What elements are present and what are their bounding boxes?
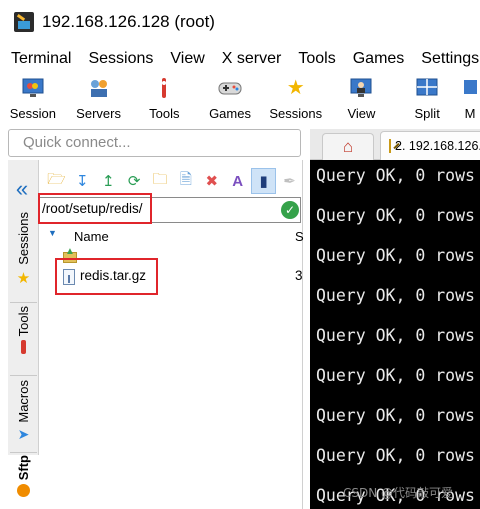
rename-icon[interactable]: A <box>225 168 250 194</box>
title-bar: 192.168.126.128 (root) <box>0 0 480 44</box>
side-tab-divider <box>10 302 37 303</box>
menu-bar: Terminal Sessions View X server Tools Ga… <box>0 46 480 72</box>
side-tab-tools[interactable]: Tools <box>8 306 39 374</box>
upload-icon[interactable]: ↥ <box>96 168 121 194</box>
toolbar-games-button[interactable]: Games <box>197 74 263 126</box>
column-size-header[interactable]: S <box>295 229 304 244</box>
quick-connect-input[interactable]: Quick connect... <box>8 129 301 157</box>
gamepad-icon <box>218 76 242 100</box>
path-ok-icon[interactable]: ✓ <box>281 201 299 219</box>
mobaxterm-logo-icon <box>14 12 34 32</box>
sftp-icon <box>17 484 30 498</box>
terminal-output[interactable]: Query OK, 0 rows Query OK, 0 rows Query … <box>310 160 480 509</box>
terminal-line: Query OK, 0 rows <box>316 406 475 425</box>
session-tabs: ⌂ 2. 192.168.126.128 <box>310 129 480 160</box>
menu-sessions[interactable]: Sessions <box>88 50 153 68</box>
split-icon <box>415 76 439 100</box>
toolbar-more-button[interactable]: M <box>460 74 480 126</box>
star-icon: ★ <box>286 77 305 99</box>
terminal-line: Query OK, 0 rows <box>316 286 475 305</box>
parent-folder-icon[interactable]: 🗁 <box>44 168 69 194</box>
window-title: 192.168.126.128 (root) <box>42 12 215 31</box>
toolbar-tools-button[interactable]: Tools <box>131 74 197 126</box>
terminal-line: Query OK, 0 rows <box>316 326 475 345</box>
file-list-header: ▼ Name S <box>39 226 304 248</box>
column-name-header[interactable]: Name <box>74 229 109 244</box>
side-tab-sessions[interactable]: Sessions ★ <box>8 212 39 300</box>
paper-plane-icon: ➤ <box>17 425 30 442</box>
toolbar-servers-button[interactable]: Servers <box>66 74 132 126</box>
toolbar-session-button[interactable]: Session <box>0 74 66 126</box>
highlight-box-file <box>55 258 158 295</box>
side-tab-divider <box>10 452 37 453</box>
menu-tools[interactable]: Tools <box>298 50 335 68</box>
servers-icon <box>87 76 111 100</box>
view-icon <box>349 76 373 100</box>
home-tab[interactable]: ⌂ <box>322 133 374 160</box>
toolbar-view-button[interactable]: View <box>329 74 395 126</box>
more-icon <box>458 76 480 100</box>
side-tab-macros[interactable]: Macros ➤ <box>8 380 39 450</box>
side-tab-divider <box>10 375 37 376</box>
menu-view[interactable]: View <box>170 50 204 68</box>
more-tools-icon[interactable]: ✒ <box>277 168 302 194</box>
ssh-key-icon <box>389 139 391 153</box>
new-file-icon[interactable]: 🗎 <box>173 168 198 194</box>
monitor-icon <box>21 76 45 100</box>
collapse-sidebar-icon[interactable]: « <box>8 178 36 200</box>
home-icon: ⌂ <box>342 137 354 156</box>
menu-games[interactable]: Games <box>353 50 405 68</box>
toolbar-split-button[interactable]: Split <box>394 74 460 126</box>
terminal-line: Query OK, 0 rows <box>316 246 475 265</box>
terminal-line: Query OK, 0 rows <box>316 206 475 225</box>
toolbar-sessions-button[interactable]: ★ Sessions <box>263 74 329 126</box>
watermark: CSDN @代码敲可爱 <box>343 486 454 500</box>
terminal-line: Query OK, 0 rows <box>316 166 475 185</box>
menu-settings[interactable]: Settings <box>421 50 479 68</box>
terminal-follow-icon[interactable]: ▮ <box>251 168 277 194</box>
delete-icon[interactable]: ✖ <box>199 168 224 194</box>
main-toolbar: Session Servers Tools Games ★ Sessions V… <box>0 74 480 126</box>
session-tab-label: 2. 192.168.126.128 <box>395 139 480 153</box>
refresh-icon[interactable]: ⟳ <box>122 168 147 194</box>
menu-x-server[interactable]: X server <box>222 50 282 68</box>
terminal-line: Query OK, 0 rows <box>316 446 475 465</box>
tools-icon <box>152 76 176 100</box>
side-tab-sftp[interactable]: Sftp <box>8 455 39 509</box>
terminal-line: Query OK, 0 rows <box>316 366 475 385</box>
highlight-box-path <box>38 193 152 224</box>
download-icon[interactable]: ↧ <box>70 168 95 194</box>
menu-terminal[interactable]: Terminal <box>11 50 71 68</box>
sort-arrow-icon[interactable]: ▼ <box>48 228 57 238</box>
up-arrow-icon: ▲ <box>65 246 75 257</box>
tab-session-2[interactable]: 2. 192.168.126.128 <box>380 131 480 160</box>
new-folder-icon[interactable]: 🗀 <box>148 168 173 194</box>
tools-icon <box>21 340 26 355</box>
star-icon: ★ <box>16 269 31 287</box>
